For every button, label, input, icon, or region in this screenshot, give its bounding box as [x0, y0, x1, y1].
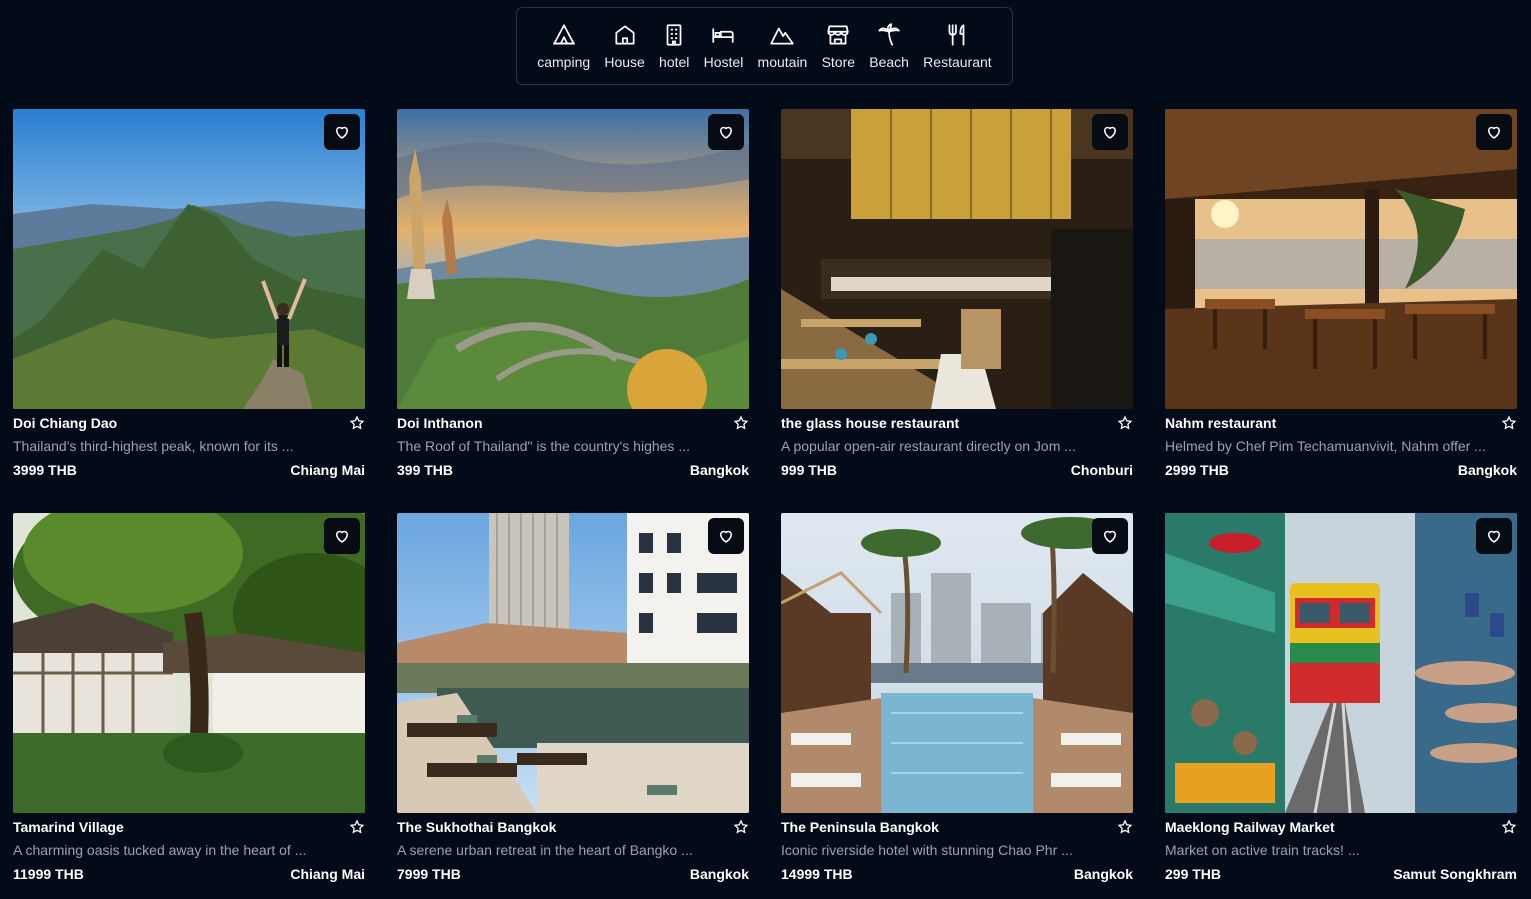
railway-market-photo[interactable] [1165, 513, 1517, 813]
category-label: House [604, 54, 645, 70]
listing-location: Bangkok [689, 462, 749, 478]
pagoda-garden-photo[interactable] [397, 109, 749, 409]
listing-card[interactable]: The Peninsula Bangkok Iconic riverside h… [781, 513, 1133, 899]
heart-icon [719, 126, 733, 139]
riverside-pool-photo[interactable] [781, 513, 1133, 813]
listing-location: Bangkok [689, 866, 749, 882]
listing-description: The Roof of Thailand" is the country's h… [397, 438, 690, 454]
star-icon[interactable] [1501, 819, 1517, 835]
listing-price: 299 THB [1165, 866, 1222, 882]
favorite-button[interactable] [708, 114, 744, 150]
listing-title[interactable]: Tamarind Village [13, 819, 124, 835]
tree-courtyard-photo[interactable] [13, 513, 365, 813]
listing-description: Iconic riverside hotel with stunning Cha… [781, 842, 1073, 858]
palm-tree-icon [876, 22, 902, 48]
listing-title[interactable]: The Sukhothai Bangkok [397, 819, 556, 835]
category-hostel[interactable]: Hostel [703, 22, 744, 70]
listing-location: Samut Songkhram [1393, 866, 1517, 882]
listing-price: 2999 THB [1165, 462, 1229, 478]
category-label: Restaurant [923, 54, 992, 70]
listing-card[interactable]: The Sukhothai Bangkok A serene urban ret… [397, 513, 749, 899]
listing-location: Chiang Mai [290, 462, 365, 478]
seaside-dining-photo[interactable] [1165, 109, 1517, 409]
heart-icon [335, 530, 349, 543]
category-mountain[interactable]: moutain [757, 22, 808, 70]
category-beach[interactable]: Beach [869, 22, 909, 70]
listing-description: A popular open-air restaurant directly o… [781, 438, 1076, 454]
listing-description: A serene urban retreat in the heart of B… [397, 842, 693, 858]
favorite-button[interactable] [324, 518, 360, 554]
listing-description: A charming oasis tucked away in the hear… [13, 842, 307, 858]
category-store[interactable]: Store [822, 22, 855, 70]
heart-icon [335, 126, 349, 139]
hotel-pool-photo[interactable] [397, 513, 749, 813]
utensils-icon [944, 22, 970, 48]
favorite-button[interactable] [1092, 518, 1128, 554]
heart-icon [719, 530, 733, 543]
listing-card[interactable]: Maeklong Railway Market Market on active… [1165, 513, 1517, 899]
listing-description: Market on active train tracks! ... [1165, 842, 1360, 858]
heart-icon [1103, 530, 1117, 543]
listing-title[interactable]: the glass house restaurant [781, 415, 959, 431]
tent-icon [551, 22, 577, 48]
favorite-button[interactable] [708, 518, 744, 554]
buffet-restaurant-photo[interactable] [781, 109, 1133, 409]
store-icon [825, 22, 851, 48]
listing-card[interactable]: the glass house restaurant A popular ope… [781, 109, 1133, 513]
listing-description: Thailand's third-highest peak, known for… [13, 438, 294, 454]
star-icon[interactable] [733, 415, 749, 431]
listing-price: 7999 THB [397, 866, 461, 882]
category-label: hotel [659, 54, 690, 70]
category-camping[interactable]: camping [537, 22, 590, 70]
listing-price: 999 THB [781, 462, 838, 478]
hotel-building-icon [661, 22, 687, 48]
listing-price: 11999 THB [13, 866, 84, 882]
listing-title[interactable]: The Peninsula Bangkok [781, 819, 939, 835]
listing-price: 14999 THB [781, 866, 853, 882]
listing-grid: Doi Chiang Dao Thailand's third-highest … [13, 109, 1517, 899]
listing-title[interactable]: Nahm restaurant [1165, 415, 1276, 431]
listing-card[interactable]: Doi Chiang Dao Thailand's third-highest … [13, 109, 365, 513]
favorite-button[interactable] [324, 114, 360, 150]
listing-location: Bangkok [1073, 866, 1133, 882]
category-hotel[interactable]: hotel [659, 22, 689, 70]
mountain-icon [769, 22, 795, 48]
category-restaurant[interactable]: Restaurant [923, 22, 992, 70]
star-icon[interactable] [349, 819, 365, 835]
listing-card[interactable]: Tamarind Village A charming oasis tucked… [13, 513, 365, 899]
bed-icon [710, 22, 736, 48]
listing-location: Bangkok [1457, 462, 1517, 478]
category-label: Beach [869, 54, 909, 70]
heart-icon [1487, 530, 1501, 543]
listing-card[interactable]: Nahm restaurant Helmed by Chef Pim Techa… [1165, 109, 1517, 513]
star-icon[interactable] [1117, 819, 1133, 835]
category-label: camping [537, 54, 591, 70]
category-label: Store [821, 54, 856, 70]
listing-price: 399 THB [397, 462, 454, 478]
favorite-button[interactable] [1476, 114, 1512, 150]
category-house[interactable]: House [604, 22, 645, 70]
listing-title[interactable]: Doi Inthanon [397, 415, 483, 431]
listing-description: Helmed by Chef Pim Techamuanvivit, Nahm … [1165, 438, 1486, 454]
listing-title[interactable]: Maeklong Railway Market [1165, 819, 1335, 835]
listing-title[interactable]: Doi Chiang Dao [13, 415, 117, 431]
star-icon[interactable] [1117, 415, 1133, 431]
listing-price: 3999 THB [13, 462, 77, 478]
star-icon[interactable] [349, 415, 365, 431]
listing-card[interactable]: Doi Inthanon The Roof of Thailand" is th… [397, 109, 749, 513]
category-label: moutain [757, 54, 808, 70]
house-icon [612, 22, 638, 48]
star-icon[interactable] [733, 819, 749, 835]
category-bar: camping House hotel Hostel moutain Store [516, 7, 1013, 85]
favorite-button[interactable] [1476, 518, 1512, 554]
heart-icon [1103, 126, 1117, 139]
listing-location: Chiang Mai [290, 866, 365, 882]
listing-location: Chonburi [1070, 462, 1133, 478]
heart-icon [1487, 126, 1501, 139]
category-label: Hostel [703, 54, 744, 70]
mountain-hiker-photo[interactable] [13, 109, 365, 409]
favorite-button[interactable] [1092, 114, 1128, 150]
star-icon[interactable] [1501, 415, 1517, 431]
